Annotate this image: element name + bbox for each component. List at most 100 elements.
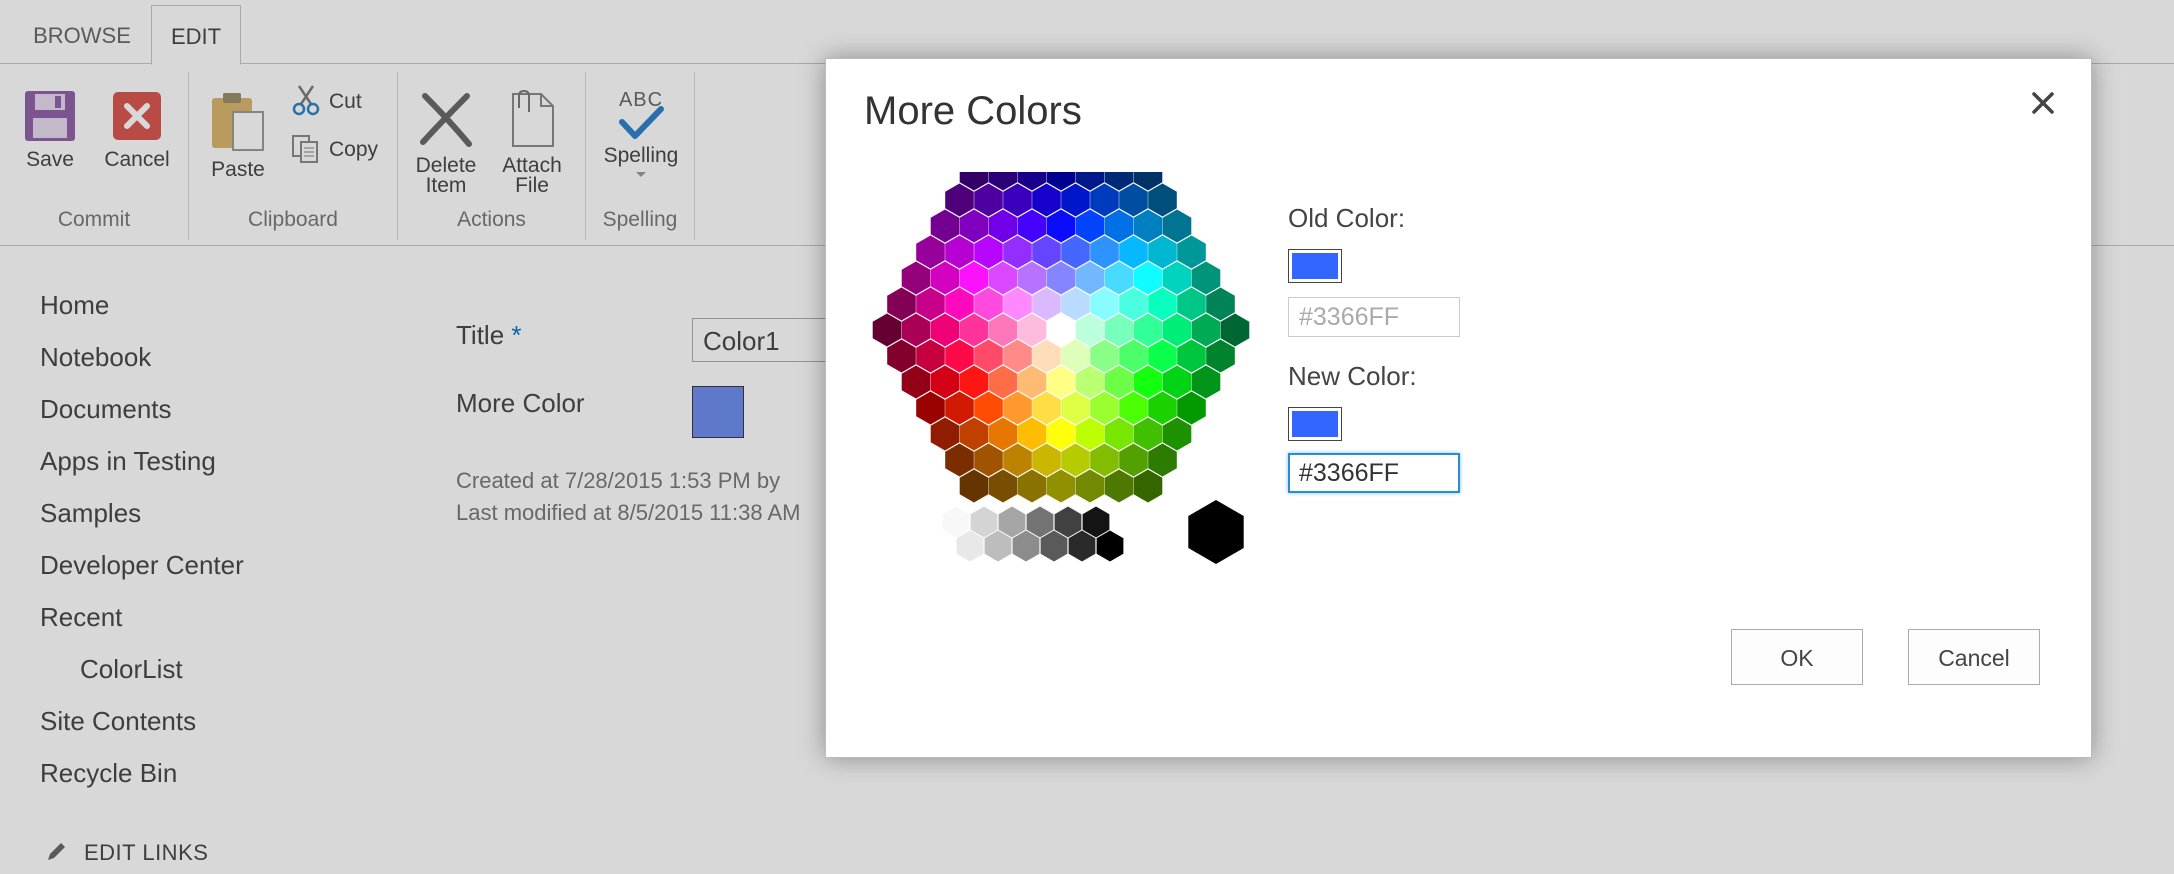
color-cell[interactable] [1003,183,1032,217]
color-cell[interactable] [1003,391,1032,425]
gray-cell[interactable] [1068,530,1096,562]
color-cell[interactable] [1003,339,1032,373]
color-cell[interactable] [1133,261,1163,295]
color-cell[interactable] [1104,365,1134,399]
color-cell[interactable] [988,365,1018,399]
color-cell[interactable] [1162,313,1192,347]
color-cell[interactable] [974,443,1003,477]
color-cell[interactable] [1032,443,1061,477]
black-cell[interactable] [1188,500,1244,564]
color-cell[interactable] [959,313,989,347]
color-cell[interactable] [945,339,974,373]
color-cell[interactable] [1017,469,1047,503]
color-cell[interactable] [959,417,989,451]
color-cell[interactable] [1075,469,1105,503]
color-cell[interactable] [1090,235,1119,269]
color-cell[interactable] [1075,365,1105,399]
color-cell[interactable] [1046,365,1076,399]
color-cell[interactable] [1075,261,1105,295]
color-cell[interactable] [1046,313,1076,347]
color-cell[interactable] [887,287,916,321]
color-hexagon-picker[interactable] [871,172,1256,587]
color-cell[interactable] [1177,339,1206,373]
color-cell[interactable] [930,365,960,399]
color-cell[interactable] [1046,209,1076,243]
color-cell[interactable] [916,391,945,425]
color-cell[interactable] [1032,183,1061,217]
color-cell[interactable] [901,261,931,295]
gray-cell[interactable] [942,506,970,538]
color-cell[interactable] [1119,235,1148,269]
color-cell[interactable] [1177,391,1206,425]
color-cell[interactable] [959,209,989,243]
color-cell[interactable] [974,235,1003,269]
color-cell[interactable] [1003,287,1032,321]
color-cell[interactable] [1017,417,1047,451]
color-cell[interactable] [1075,209,1105,243]
color-cell[interactable] [1090,339,1119,373]
color-cell[interactable] [1061,391,1090,425]
new-color-hex-input[interactable] [1288,453,1460,493]
color-cell[interactable] [1003,443,1032,477]
color-cell[interactable] [1090,391,1119,425]
color-cell[interactable] [1017,365,1047,399]
color-cell[interactable] [1133,313,1163,347]
gray-cell[interactable] [1026,506,1054,538]
color-cell[interactable] [1148,443,1177,477]
color-cell[interactable] [1148,235,1177,269]
color-cell[interactable] [916,339,945,373]
color-cell[interactable] [930,261,960,295]
color-cell[interactable] [1061,443,1090,477]
color-cell[interactable] [916,287,945,321]
color-cell[interactable] [988,417,1018,451]
color-cell[interactable] [1148,183,1177,217]
color-cell[interactable] [1162,209,1192,243]
color-cell[interactable] [1017,209,1047,243]
gray-cell[interactable] [1040,530,1068,562]
color-cell[interactable] [887,339,916,373]
gray-cell[interactable] [1054,506,1082,538]
color-cell[interactable] [974,183,1003,217]
color-cell[interactable] [1017,261,1047,295]
color-cell[interactable] [1206,339,1235,373]
color-cell[interactable] [1191,313,1221,347]
close-icon[interactable] [2025,85,2061,121]
color-cell[interactable] [916,235,945,269]
color-cell[interactable] [1104,261,1134,295]
color-cell[interactable] [1046,417,1076,451]
color-cell[interactable] [974,391,1003,425]
color-cell[interactable] [1162,365,1192,399]
color-cell[interactable] [1119,443,1148,477]
color-cell[interactable] [945,235,974,269]
gray-cell[interactable] [1012,530,1040,562]
color-cell[interactable] [1003,235,1032,269]
color-cell[interactable] [1061,287,1090,321]
color-cell[interactable] [988,313,1018,347]
gray-cell[interactable] [956,530,984,562]
color-cell[interactable] [1104,469,1134,503]
color-cell[interactable] [1191,261,1221,295]
color-cell[interactable] [1191,365,1221,399]
color-cell[interactable] [1075,313,1105,347]
color-cell[interactable] [901,365,931,399]
gray-cell[interactable] [970,506,998,538]
color-cell[interactable] [1104,313,1134,347]
color-cell[interactable] [945,183,974,217]
color-cell[interactable] [872,313,902,347]
color-cell[interactable] [1075,417,1105,451]
color-cell[interactable] [945,287,974,321]
gray-cell[interactable] [1096,530,1124,562]
color-cell[interactable] [930,417,960,451]
color-cell[interactable] [1162,261,1192,295]
gray-cell[interactable] [984,530,1012,562]
color-cell[interactable] [1148,287,1177,321]
dialog-cancel-button[interactable]: Cancel [1908,629,2040,685]
color-cell[interactable] [1119,287,1148,321]
color-cell[interactable] [1220,313,1250,347]
color-cell[interactable] [945,443,974,477]
color-cell[interactable] [1119,339,1148,373]
color-cell[interactable] [1090,287,1119,321]
color-cell[interactable] [1148,391,1177,425]
color-cell[interactable] [1104,417,1134,451]
color-cell[interactable] [1119,391,1148,425]
